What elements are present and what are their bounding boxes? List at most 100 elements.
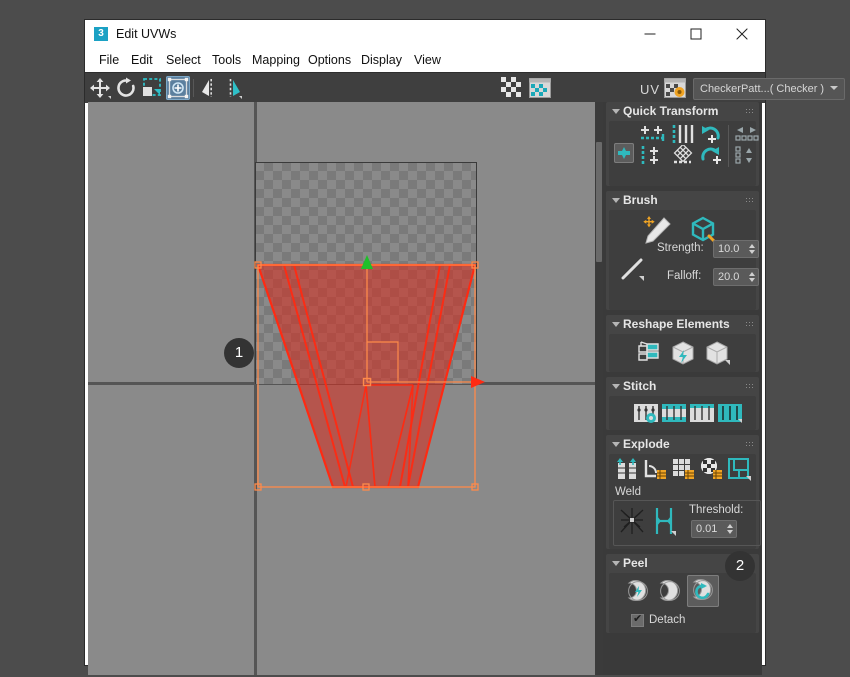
- stitch-custom-button[interactable]: [633, 400, 659, 426]
- toolbar-separator-1: [193, 79, 194, 97]
- weld-threshold-field[interactable]: 0.01: [691, 520, 737, 538]
- map-dropdown[interactable]: CheckerPatt...( Checker ): [693, 78, 845, 100]
- spinner-up-icon[interactable]: [749, 244, 755, 248]
- panel-separator: [728, 125, 729, 167]
- detach-checkbox[interactable]: ✔: [631, 614, 644, 627]
- rotate-cw-90-button[interactable]: [699, 145, 725, 165]
- rotate-tool-button[interactable]: [114, 76, 138, 100]
- falloff-field[interactable]: 20.0: [713, 268, 759, 286]
- chevron-down-icon: [830, 86, 838, 90]
- peel-mode-button[interactable]: [687, 575, 719, 607]
- straighten-selection-button[interactable]: [633, 338, 665, 368]
- menu-tools[interactable]: Tools: [206, 52, 247, 69]
- spinner-up-icon[interactable]: [727, 524, 733, 528]
- flip-vertical-button[interactable]: [733, 145, 762, 165]
- section-reshape-elements: Reshape Elements: [606, 315, 759, 372]
- stitch-source-button[interactable]: [661, 400, 687, 426]
- canvas-vertical-scrollbar[interactable]: [595, 102, 603, 675]
- screen-root: 3 Edit UVWs File Edit Select Tools Mappi…: [0, 0, 850, 677]
- spinner-down-icon[interactable]: [749, 250, 755, 254]
- weld-selected-button[interactable]: [617, 504, 647, 538]
- gizmo-right-arrow: [471, 376, 485, 388]
- menu-options[interactable]: Options: [302, 52, 357, 69]
- space-horizontal-button[interactable]: [671, 124, 697, 144]
- menu-file[interactable]: File: [93, 52, 125, 69]
- menu-edit[interactable]: Edit: [125, 52, 159, 69]
- spinner-down-icon[interactable]: [727, 530, 733, 534]
- drag-grip-icon[interactable]: [745, 108, 753, 115]
- quick-peel-button[interactable]: [623, 577, 653, 605]
- rotate-ccw-90-button[interactable]: [699, 124, 725, 144]
- break-by-smoothing-group-button[interactable]: [726, 456, 752, 482]
- drag-grip-icon[interactable]: [745, 321, 753, 328]
- falloff-curve-button[interactable]: [617, 254, 651, 284]
- minimize-button[interactable]: [627, 20, 673, 48]
- section-brush: Brush: [606, 191, 759, 310]
- detach-label: Detach: [649, 614, 685, 626]
- drag-grip-icon[interactable]: [745, 383, 753, 390]
- pack-normalize-button[interactable]: [671, 145, 697, 165]
- gizmo-up-arrow: [361, 255, 373, 269]
- menu-select[interactable]: Select: [160, 52, 207, 69]
- stitch-selected-button[interactable]: [717, 400, 743, 426]
- section-header-explode[interactable]: Explode: [606, 435, 759, 454]
- break-button[interactable]: [614, 456, 640, 482]
- section-body-quick-transform: [609, 121, 756, 186]
- mirror-tool-button[interactable]: [198, 76, 222, 100]
- snap-pivot-button[interactable]: [614, 143, 634, 163]
- menu-mapping[interactable]: Mapping: [246, 52, 306, 69]
- align-horizontal-button[interactable]: [639, 125, 669, 143]
- menu-bar: File Edit Select Tools Mapping Options D…: [85, 48, 765, 72]
- weld-threshold-label: Threshold:: [689, 504, 743, 516]
- uv-shell-overlay[interactable]: [88, 102, 595, 675]
- break-by-material-id-button[interactable]: [698, 456, 724, 482]
- uv-label: UV: [640, 82, 660, 97]
- section-body-explode: Weld: [609, 454, 756, 549]
- relax-button[interactable]: [667, 338, 699, 368]
- strength-field[interactable]: 10.0: [713, 240, 759, 258]
- drag-grip-icon[interactable]: [745, 197, 753, 204]
- scrollbar-thumb[interactable]: [596, 142, 602, 262]
- maximize-button[interactable]: [673, 20, 719, 48]
- uv-editor-canvas[interactable]: 1: [88, 102, 595, 675]
- break-by-element-button[interactable]: [670, 456, 696, 482]
- flip-tool-button[interactable]: [221, 76, 245, 100]
- freeform-gizmo-tool-button[interactable]: [166, 76, 190, 100]
- app-icon: 3: [94, 27, 108, 41]
- uv-checker-options-button[interactable]: [663, 76, 687, 100]
- menu-view[interactable]: View: [408, 52, 447, 69]
- scale-tool-button[interactable]: [140, 76, 164, 100]
- section-title: Quick Transform: [623, 104, 718, 119]
- section-body-reshape-elements: [609, 334, 756, 372]
- section-body-stitch: [609, 396, 756, 430]
- close-button[interactable]: [719, 20, 765, 48]
- move-tool-button[interactable]: [88, 76, 112, 100]
- stitch-target-button[interactable]: [689, 400, 715, 426]
- section-header-quick-transform[interactable]: Quick Transform: [606, 102, 759, 121]
- chevron-down-icon: [612, 442, 620, 447]
- falloff-label: Falloff:: [667, 270, 701, 282]
- section-quick-transform: Quick Transform: [606, 102, 759, 186]
- break-by-angle-button[interactable]: [642, 456, 668, 482]
- spinner-down-icon[interactable]: [749, 278, 755, 282]
- section-header-brush[interactable]: Brush: [606, 191, 759, 210]
- section-body-brush: Strength: 10.0 Falloff: 20.0: [609, 210, 756, 310]
- chevron-down-icon: [612, 384, 620, 389]
- section-header-stitch[interactable]: Stitch: [606, 377, 759, 396]
- chevron-down-icon: [612, 109, 620, 114]
- pelt-map-button[interactable]: [655, 577, 685, 605]
- strength-label: Strength:: [657, 242, 704, 254]
- flip-horizontal-button[interactable]: [733, 125, 762, 143]
- render-uv-template-button[interactable]: [701, 338, 733, 368]
- align-vertical-button[interactable]: [639, 145, 669, 165]
- menu-display[interactable]: Display: [355, 52, 408, 69]
- target-weld-button[interactable]: [649, 504, 679, 538]
- section-header-reshape-elements[interactable]: Reshape Elements: [606, 315, 759, 334]
- show-checker-toggle-button[interactable]: [500, 76, 524, 100]
- section-body-peel: ✔ Detach: [609, 573, 756, 633]
- spinner-up-icon[interactable]: [749, 272, 755, 276]
- display-map-toggle-button[interactable]: [528, 76, 552, 100]
- drag-grip-icon[interactable]: [745, 441, 753, 448]
- section-title: Brush: [623, 193, 658, 208]
- check-icon: ✔: [633, 613, 642, 625]
